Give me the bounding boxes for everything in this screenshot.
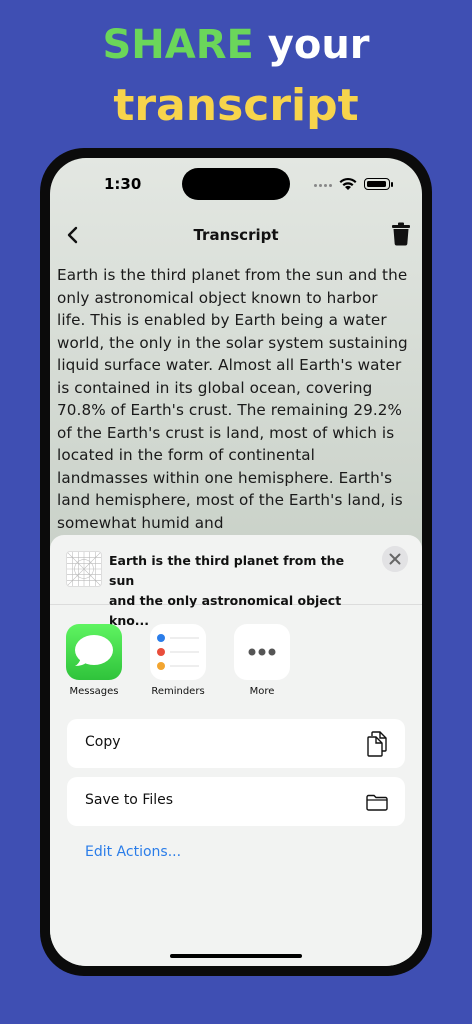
save-to-files-action[interactable]: Save to Files xyxy=(67,777,405,826)
more-dots-icon xyxy=(234,624,290,680)
share-app-label: Messages xyxy=(69,686,119,697)
copy-action-label: Copy xyxy=(85,734,121,750)
status-time: 1:30 xyxy=(104,175,142,193)
share-app-label: More xyxy=(249,686,275,697)
home-indicator xyxy=(170,954,302,958)
share-preview-line1: Earth is the third planet from the sun xyxy=(109,553,345,588)
messages-icon xyxy=(66,624,122,680)
promo-headline-line1: SHARE your xyxy=(0,22,472,68)
share-app-messages[interactable]: Messages xyxy=(66,624,122,697)
battery-tip xyxy=(391,182,393,187)
transcript-text: Earth is the third planet from the sun a… xyxy=(57,266,408,532)
phone-frame: 1:30 Transcript Earth is the third plane… xyxy=(40,148,432,976)
share-sheet: Earth is the third planet from the sun a… xyxy=(50,535,422,966)
share-app-reminders[interactable]: Reminders xyxy=(150,624,206,697)
save-to-files-label: Save to Files xyxy=(85,792,174,808)
document-thumbnail-icon xyxy=(66,551,102,587)
wifi-icon xyxy=(339,177,357,190)
share-app-label: Reminders xyxy=(151,686,205,697)
close-icon[interactable] xyxy=(382,546,408,572)
trash-icon[interactable] xyxy=(390,222,412,246)
phone-screen: 1:30 Transcript Earth is the third plane… xyxy=(50,158,422,966)
copy-icon xyxy=(367,731,387,757)
page-title: Transcript xyxy=(193,226,279,244)
copy-action[interactable]: Copy xyxy=(67,719,405,768)
dynamic-island xyxy=(182,168,290,200)
cellular-signal-icon xyxy=(314,184,332,187)
battery-icon xyxy=(364,178,390,190)
folder-icon xyxy=(366,794,388,811)
share-app-row: Messages Reminders More xyxy=(66,624,290,697)
promo-word-transcript: transcript xyxy=(113,80,359,131)
share-preview-text: Earth is the third planet from the sun a… xyxy=(109,551,369,631)
promo-word-share: SHARE xyxy=(102,22,254,68)
share-app-more[interactable]: More xyxy=(234,624,290,697)
reminders-icon xyxy=(150,624,206,680)
edit-actions-link[interactable]: Edit Actions... xyxy=(85,844,181,860)
promo-word-your: your xyxy=(267,22,370,68)
share-sheet-header: Earth is the third planet from the sun a… xyxy=(50,535,422,628)
